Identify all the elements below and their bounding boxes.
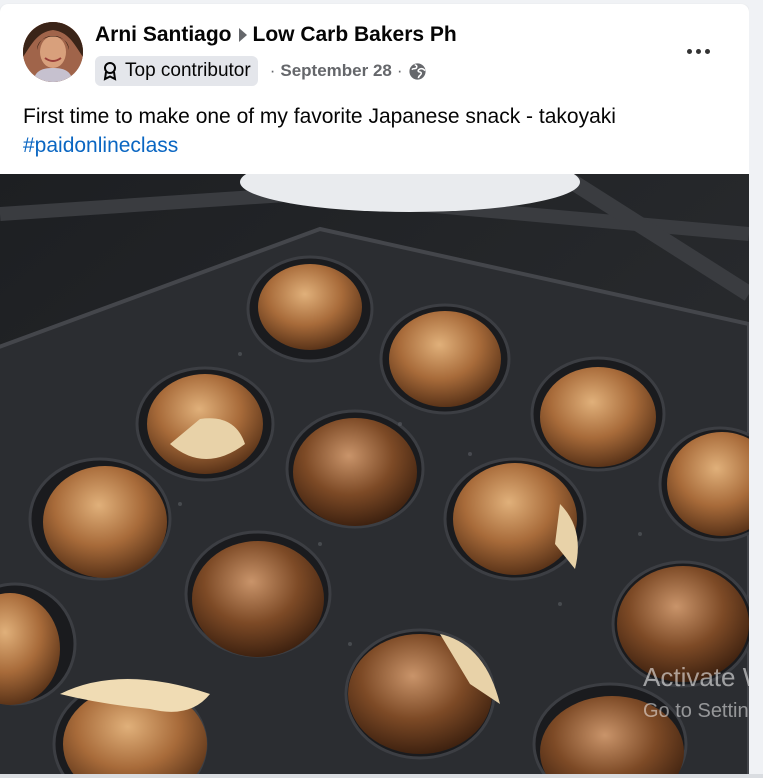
group-name[interactable]: Low Carb Bakers Ph <box>253 23 457 47</box>
page-background-strip <box>749 0 763 778</box>
separator: · <box>396 61 403 80</box>
top-contributor-badge[interactable]: Top contributor <box>95 56 258 86</box>
post-text: First time to make one of my favorite Ja… <box>23 102 616 160</box>
post-date[interactable]: September 28 <box>280 61 392 81</box>
hashtag-link[interactable]: #paidonlineclass <box>23 131 616 160</box>
author-group-row: Arni Santiago Low Carb Bakers Ph <box>95 23 457 47</box>
badge-icon <box>103 62 117 81</box>
avatar[interactable] <box>23 22 83 82</box>
bottom-divider <box>0 774 763 778</box>
post-date-row: · September 28 · <box>265 61 427 81</box>
triangle-right-icon <box>238 28 247 42</box>
go-to-settings-watermark: Go to Setting <box>643 700 760 722</box>
post-header: Arni Santiago Low Carb Bakers Ph Top con… <box>0 4 749 174</box>
separator: · <box>269 61 276 80</box>
globe-icon[interactable] <box>408 62 427 81</box>
post-photo[interactable] <box>0 174 749 778</box>
author-name[interactable]: Arni Santiago <box>95 23 232 47</box>
post-card: Arni Santiago Low Carb Bakers Ph Top con… <box>0 4 749 778</box>
post-body: First time to make one of my favorite Ja… <box>23 105 616 128</box>
badge-label: Top contributor <box>125 60 251 81</box>
more-options-icon[interactable] <box>680 39 716 63</box>
post-meta: Top contributor · September 28 · <box>95 56 427 86</box>
activate-windows-watermark: Activate W <box>643 662 763 692</box>
